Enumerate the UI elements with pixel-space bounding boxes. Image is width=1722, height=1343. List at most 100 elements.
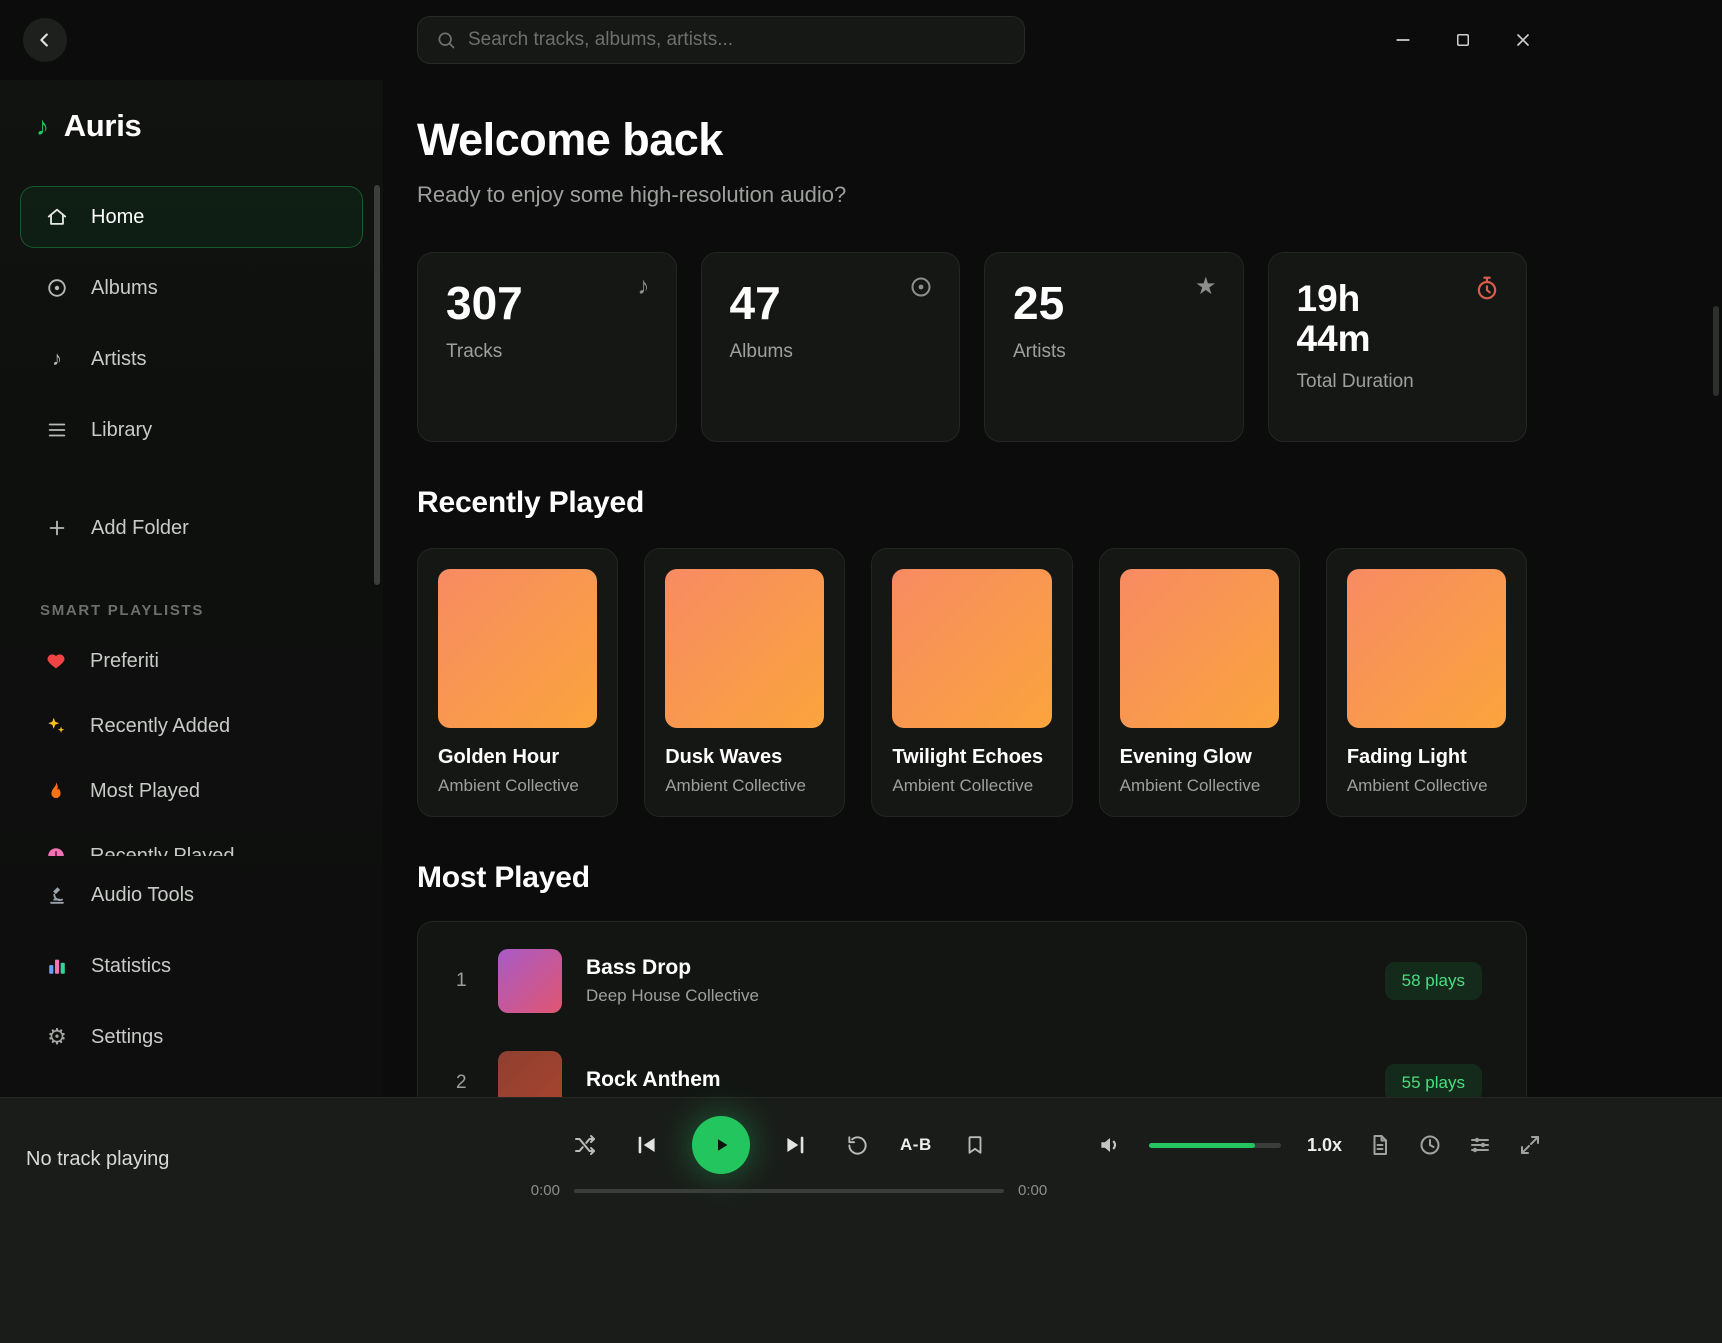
sidebar-scroll-area: Home Albums ♪ Artists Library [0,162,383,856]
sparkles-icon [44,715,68,737]
stat-label: Total Duration [1297,371,1499,393]
minimize-button[interactable] [1383,20,1423,60]
playlist-item-most-played[interactable]: Most Played [20,763,363,819]
lyrics-icon[interactable] [1368,1133,1392,1157]
back-button[interactable] [23,18,67,62]
gear-icon: ⚙ [45,1024,69,1050]
album-cover [665,569,824,728]
maximize-button[interactable] [1443,20,1483,60]
track-rank: 1 [456,970,482,992]
list-icon [45,419,69,441]
next-track-button[interactable] [772,1122,818,1168]
stat-value: 25 [1013,279,1215,329]
sidebar-item-label: Artists [91,348,147,371]
volume-icon[interactable] [1097,1132,1123,1158]
album-artist: Ambient Collective [1120,776,1279,796]
album-card[interactable]: Fading Light Ambient Collective [1326,548,1527,817]
album-title: Dusk Waves [665,746,824,769]
stopwatch-icon [1474,275,1500,306]
album-artist: Ambient Collective [438,776,597,796]
player-right-controls: 1.0x [1097,1132,1542,1158]
main-content: Welcome back Ready to enjoy some high-re… [383,80,1722,1097]
volume-slider[interactable] [1149,1143,1281,1148]
close-button[interactable] [1503,20,1543,60]
sidebar-item-label: Audio Tools [91,884,194,907]
album-title: Evening Glow [1120,746,1279,769]
search-icon [436,30,456,50]
stat-value: 307 [446,279,648,329]
sidebar-item-label: Home [91,206,144,229]
track-row[interactable]: 2 Rock Anthem 55 plays [418,1032,1526,1097]
playlist-item-label: Preferiti [90,650,159,673]
sidebar-item-library[interactable]: Library [20,399,363,461]
add-folder-label: Add Folder [91,517,189,540]
app-window: ♪ Auris Home Albums ♪ [0,0,1722,1343]
playback-speed-button[interactable]: 1.0x [1307,1135,1342,1156]
album-cover [892,569,1051,728]
album-card[interactable]: Twilight Echoes Ambient Collective [871,548,1072,817]
playlist-item-label: Recently Added [90,715,230,738]
disc-icon [909,275,933,304]
main-scrollbar-thumb[interactable] [1713,306,1719,396]
search-input[interactable] [468,29,1006,51]
track-cover [498,949,562,1013]
album-artist: Ambient Collective [1347,776,1506,796]
seek-bar[interactable] [574,1189,1004,1193]
topbar [0,0,1722,80]
sidebar-item-settings[interactable]: ⚙ Settings [20,1006,363,1068]
sidebar-item-artists[interactable]: ♪ Artists [20,328,363,390]
album-cover [438,569,597,728]
track-rank: 2 [456,1072,482,1094]
sidebar-scrollbar-thumb[interactable] [374,185,380,585]
stat-label: Albums [730,341,932,363]
equalizer-icon[interactable] [1468,1133,1492,1157]
repeat-button[interactable] [834,1122,880,1168]
sidebar-item-statistics[interactable]: Statistics [20,935,363,997]
play-count-badge: 58 plays [1385,962,1482,1000]
sidebar-item-label: Library [91,419,152,442]
album-artist: Ambient Collective [665,776,824,796]
elapsed-time: 0:00 [524,1182,560,1199]
page-title: Welcome back [417,114,1722,166]
shuffle-button[interactable] [562,1122,608,1168]
ab-repeat-button[interactable]: A-B [896,1122,936,1168]
music-note-icon: ♪ [45,348,69,371]
playlist-item-recently-played[interactable]: Recently Played [20,828,363,856]
volume-fill [1149,1143,1255,1148]
history-clock-icon[interactable] [1418,1133,1442,1157]
sidebar: ♪ Auris Home Albums ♪ [0,80,383,1097]
album-card[interactable]: Dusk Waves Ambient Collective [644,548,845,817]
album-title: Twilight Echoes [892,746,1051,769]
sidebar-item-audio-tools[interactable]: Audio Tools [20,864,363,926]
album-card[interactable]: Evening Glow Ambient Collective [1099,548,1300,817]
sidebar-item-label: Settings [91,1026,163,1049]
sidebar-item-albums[interactable]: Albums [20,257,363,319]
track-row[interactable]: 1 Bass Drop Deep House Collective 58 pla… [418,930,1526,1032]
smart-playlists-header: SMART PLAYLISTS [20,568,363,633]
album-cover [1120,569,1279,728]
play-icon [709,1133,733,1157]
star-icon: ★ [1195,275,1217,299]
home-icon [45,206,69,228]
track-title: Rock Anthem [586,1068,1385,1092]
search-bar[interactable] [417,16,1025,64]
play-count-badge: 55 plays [1385,1064,1482,1097]
add-folder-button[interactable]: Add Folder [20,497,363,559]
sidebar-bottom-section: Audio Tools Statistics ⚙ Settings [0,856,383,1097]
track-title: Bass Drop [586,956,1385,980]
total-time: 0:00 [1018,1182,1054,1199]
album-artist: Ambient Collective [892,776,1051,796]
play-button[interactable] [692,1116,750,1174]
track-cover [498,1051,562,1097]
album-card[interactable]: Golden Hour Ambient Collective [417,548,618,817]
playlist-item-preferiti[interactable]: Preferiti [20,633,363,689]
bookmark-button[interactable] [952,1122,998,1168]
fullscreen-icon[interactable] [1518,1133,1542,1157]
now-playing-status: No track playing [26,1148,169,1171]
sidebar-item-home[interactable]: Home [20,186,363,248]
playlist-item-recently-added[interactable]: Recently Added [20,698,363,754]
album-title: Golden Hour [438,746,597,769]
flame-icon [44,780,68,802]
previous-track-button[interactable] [624,1122,670,1168]
heart-icon [44,650,68,672]
